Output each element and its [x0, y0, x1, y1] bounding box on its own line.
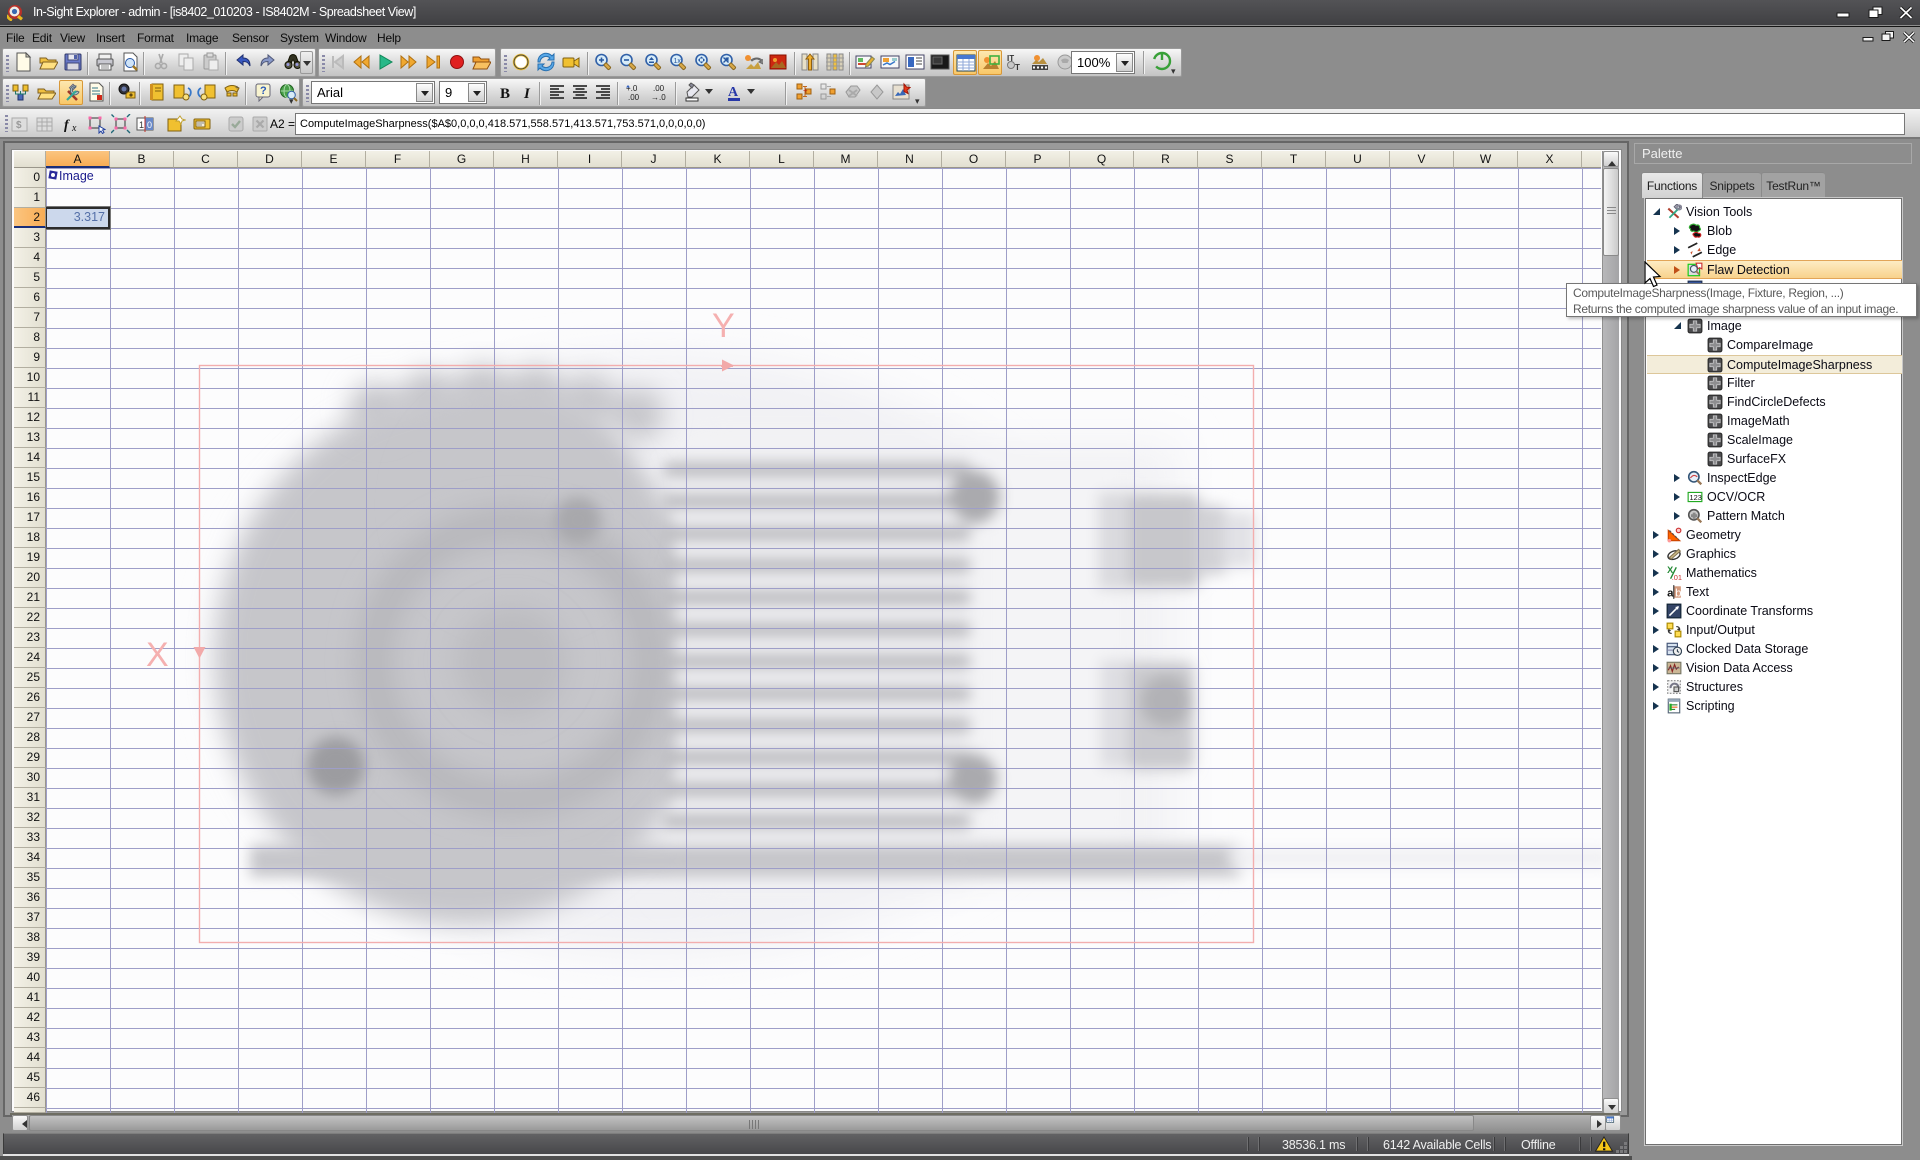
svg-text:T: T — [1015, 63, 1020, 72]
svg-text:→.0: →.0 — [651, 93, 666, 102]
svg-text:.00: .00 — [628, 93, 640, 102]
svg-text:1x: 1x — [674, 58, 682, 65]
svg-text:+: + — [803, 86, 808, 95]
svg-text:.01: .01 — [1672, 573, 1682, 581]
svg-text:1: 1 — [139, 120, 144, 130]
svg-text:x: x — [71, 123, 77, 134]
svg-text:X: X — [146, 636, 169, 674]
svg-text:b: b — [1675, 588, 1681, 600]
svg-text:$: $ — [16, 120, 22, 131]
svg-text:123: 123 — [1690, 493, 1702, 502]
svg-text:Y: Y — [712, 307, 735, 345]
svg-text:B: B — [500, 86, 510, 102]
svg-text:a: a — [1667, 588, 1674, 600]
svg-text:0: 0 — [147, 120, 152, 130]
svg-text:I: I — [523, 86, 531, 102]
svg-text:A: A — [728, 85, 739, 100]
svg-text:f: f — [64, 118, 70, 133]
svg-text:?: ? — [260, 85, 267, 97]
svg-text:+: + — [235, 85, 239, 92]
svg-text:.00: .00 — [653, 84, 665, 93]
